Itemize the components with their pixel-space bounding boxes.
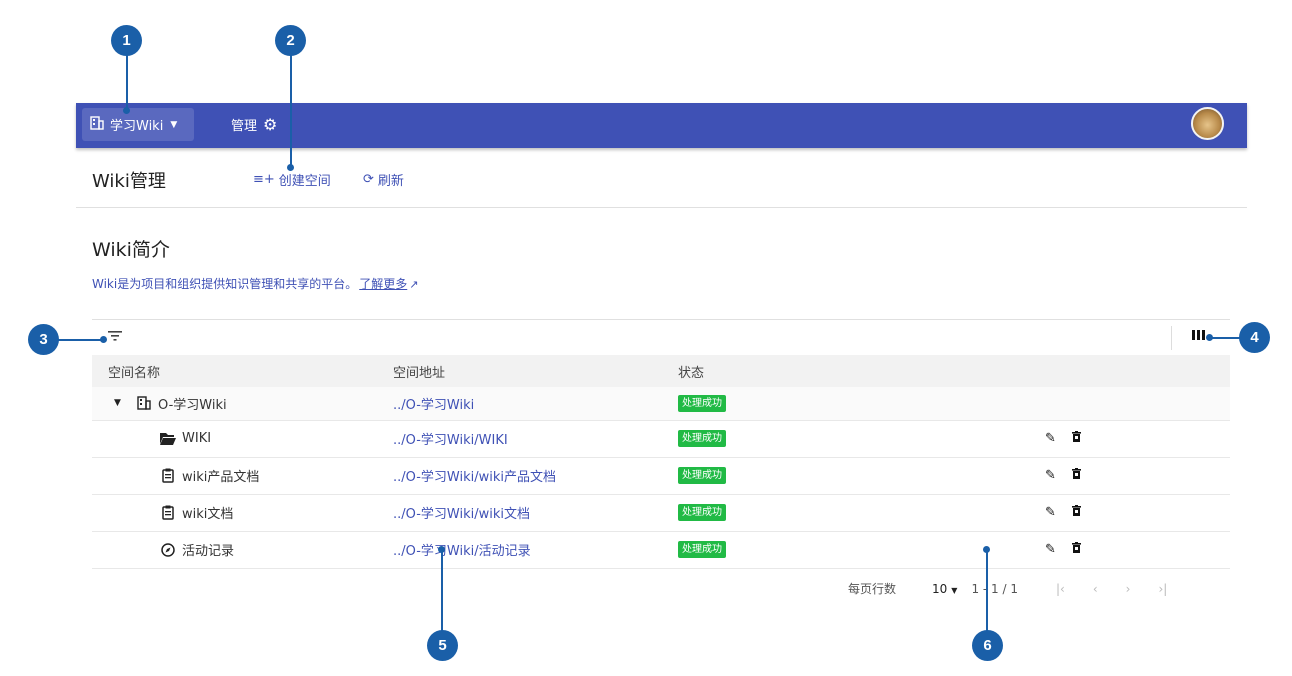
page-toolbar: Wiki管理 ≡+ 创建空间 ⟳ 刷新: [76, 148, 1247, 208]
space-name: wiki文档: [182, 507, 234, 522]
marker-5: 5: [427, 630, 458, 661]
gear-icon: ⚙: [263, 115, 278, 134]
filter-icon[interactable]: [108, 329, 122, 345]
status-badge: 处理成功: [678, 504, 726, 521]
space-address-link[interactable]: ../O-学习Wiki/WIKI: [393, 433, 508, 448]
rows-per-page-label: 每页行数: [848, 582, 897, 596]
workspace-switcher-button[interactable]: 学习Wiki ▼: [82, 108, 194, 141]
table-controls: [92, 319, 1230, 355]
table-header-row: 空间名称 空间地址 状态: [92, 355, 1230, 387]
refresh-label: 刷新: [377, 174, 404, 189]
marker-1-leader: [126, 55, 128, 111]
marker-4-leader: [1212, 337, 1240, 339]
refresh-icon: ⟳: [363, 172, 374, 187]
prev-page-icon[interactable]: ‹: [1093, 582, 1098, 596]
page-range: 1 - 1 / 1: [971, 581, 1018, 596]
divider: [1171, 326, 1172, 350]
building-icon: [136, 396, 152, 410]
status-badge: 处理成功: [678, 430, 726, 447]
playlist-add-icon: ≡+: [253, 172, 275, 187]
table-row[interactable]: wiki文档 ../O-学习Wiki/wiki文档 处理成功 ✎: [92, 494, 1230, 532]
chevron-down-icon: ▼: [170, 119, 178, 130]
marker-5-leader: [441, 552, 443, 632]
building-icon: [90, 115, 104, 134]
compass-icon: [160, 542, 176, 557]
status-badge: 处理成功: [678, 541, 726, 558]
space-name: wiki产品文档: [182, 470, 260, 485]
table-row[interactable]: ▼ O-学习Wiki ../O-学习Wiki 处理成功: [92, 387, 1230, 421]
marker-6-leader: [986, 552, 988, 632]
first-page-icon[interactable]: |‹: [1056, 582, 1065, 596]
clipboard-icon: [160, 468, 176, 483]
delete-trash-icon[interactable]: [1071, 468, 1081, 483]
create-space-button[interactable]: ≡+ 创建空间: [253, 170, 331, 189]
edit-pencil-icon[interactable]: ✎: [1045, 431, 1056, 446]
marker-3: 3: [28, 324, 59, 355]
workspace-label: 学习Wiki: [110, 119, 164, 134]
marker-6: 6: [972, 630, 1003, 661]
learn-more-link[interactable]: 了解更多: [359, 277, 407, 291]
space-name: 活动记录: [182, 544, 235, 559]
expand-toggle-icon[interactable]: ▼: [114, 398, 126, 408]
refresh-button[interactable]: ⟳ 刷新: [363, 170, 404, 189]
marker-2-leader: [290, 55, 292, 167]
marker-2: 2: [275, 25, 306, 56]
table-row[interactable]: WIKI ../O-学习Wiki/WIKI 处理成功 ✎: [92, 420, 1230, 458]
marker-3-dot: [100, 336, 107, 343]
space-name: O-学习Wiki: [158, 397, 227, 413]
rows-per-page-value: 10: [932, 581, 948, 596]
space-address-link[interactable]: ../O-学习Wiki: [393, 398, 474, 413]
header-status[interactable]: 状态: [662, 355, 947, 387]
space-address-link[interactable]: ../O-学习Wiki/wiki文档: [393, 507, 530, 522]
marker-4: 4: [1239, 322, 1270, 353]
marker-5-dot: [438, 546, 445, 553]
marker-3-leader: [58, 339, 103, 341]
status-badge: 处理成功: [678, 467, 726, 484]
avatar[interactable]: [1191, 107, 1224, 140]
space-table: 空间名称 空间地址 状态 ▼ O-学习Wiki ../O-学习Wiki 处理成功: [92, 355, 1230, 569]
intro-description: Wiki是为项目和组织提供知识管理和共享的平台。 了解更多 ↗: [92, 275, 418, 292]
header-space-name[interactable]: 空间名称: [92, 355, 377, 387]
edit-pencil-icon[interactable]: ✎: [1045, 468, 1056, 483]
create-space-label: 创建空间: [278, 174, 331, 189]
intro-title: Wiki简介: [92, 239, 170, 261]
top-app-bar: 学习Wiki ▼ 管理 ⚙: [76, 103, 1247, 148]
space-address-link[interactable]: ../O-学习Wiki/活动记录: [393, 544, 531, 559]
page-title: Wiki管理: [92, 171, 166, 192]
delete-trash-icon[interactable]: [1071, 542, 1081, 557]
marker-1-dot: [123, 107, 130, 114]
marker-2-dot: [287, 164, 294, 171]
delete-trash-icon[interactable]: [1071, 505, 1081, 520]
space-name: WIKI: [182, 431, 212, 446]
header-space-address[interactable]: 空间地址: [377, 355, 662, 387]
table-row[interactable]: 活动记录 ../O-学习Wiki/活动记录 处理成功 ✎: [92, 531, 1230, 569]
intro-description-text: Wiki是为项目和组织提供知识管理和共享的平台。: [92, 277, 358, 291]
marker-6-dot: [983, 546, 990, 553]
external-link-icon: ↗: [409, 278, 419, 291]
header-actions: [947, 355, 1230, 387]
clipboard-icon: [160, 505, 176, 520]
marker-1: 1: [111, 25, 142, 56]
pagination: 每页行数 10 ▼ 1 - 1 / 1 |‹ ‹ › ›|: [848, 580, 1167, 597]
edit-pencil-icon[interactable]: ✎: [1045, 542, 1056, 557]
last-page-icon[interactable]: ›|: [1158, 582, 1167, 596]
table-row[interactable]: wiki产品文档 ../O-学习Wiki/wiki产品文档 处理成功 ✎: [92, 457, 1230, 495]
edit-pencil-icon[interactable]: ✎: [1045, 505, 1056, 520]
status-badge: 处理成功: [678, 394, 726, 412]
rows-per-page-select[interactable]: 10 ▼: [932, 582, 957, 596]
marker-4-dot: [1206, 334, 1213, 341]
admin-label: 管理: [231, 119, 258, 134]
columns-icon[interactable]: [1192, 330, 1206, 340]
space-address-link[interactable]: ../O-学习Wiki/wiki产品文档: [393, 470, 556, 485]
delete-trash-icon[interactable]: [1071, 431, 1081, 446]
chevron-down-icon: ▼: [951, 585, 958, 595]
next-page-icon[interactable]: ›: [1126, 582, 1131, 596]
folder-open-icon: [160, 432, 176, 445]
admin-menu-button[interactable]: 管理 ⚙: [231, 108, 277, 141]
